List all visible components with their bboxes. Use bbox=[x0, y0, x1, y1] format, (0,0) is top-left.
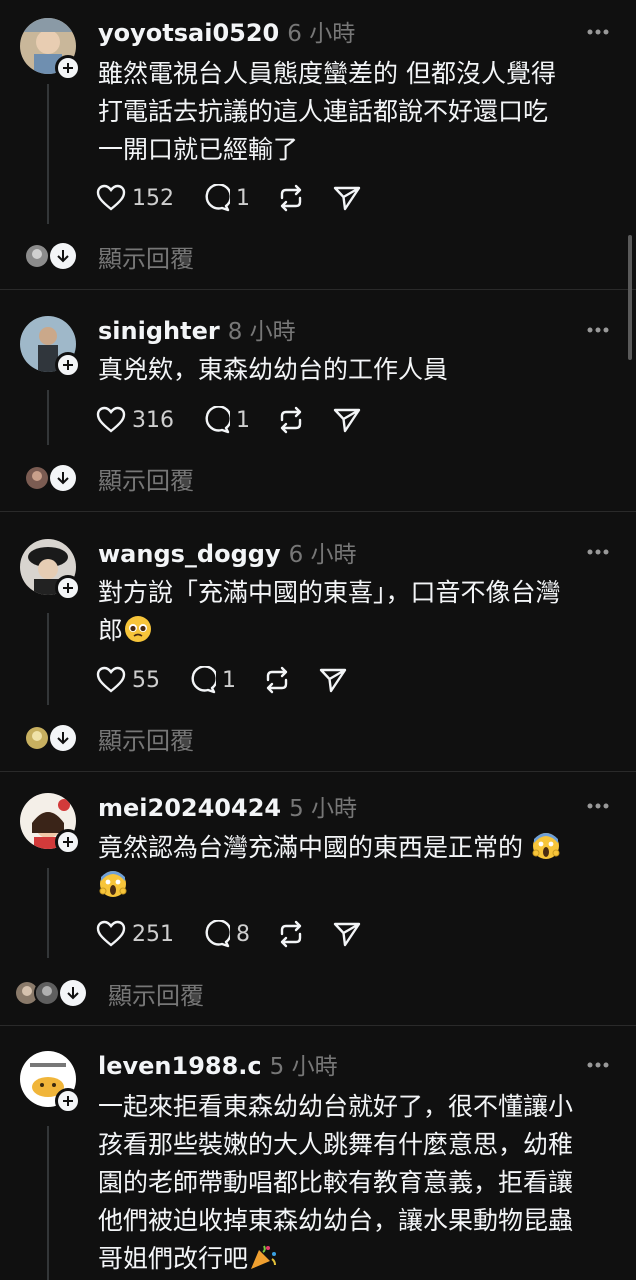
show-replies-label: 顯示回覆 bbox=[98, 726, 194, 755]
heart-icon bbox=[96, 406, 126, 433]
reply-avatar bbox=[34, 980, 60, 1006]
timestamp: 6 小時 bbox=[288, 542, 357, 568]
thread-line bbox=[47, 613, 49, 705]
comment-icon bbox=[205, 184, 230, 212]
screaming-face-emoji-icon bbox=[99, 871, 127, 897]
timestamp: 8 小時 bbox=[227, 319, 296, 345]
timestamp: 5 小時 bbox=[269, 1054, 338, 1080]
show-replies-row[interactable]: 顯示回覆 bbox=[24, 721, 194, 755]
like-count: 55 bbox=[132, 667, 160, 693]
heart-icon bbox=[96, 184, 126, 211]
share-send-icon bbox=[319, 668, 347, 693]
thread-line bbox=[47, 84, 49, 224]
repost-button[interactable] bbox=[276, 406, 306, 434]
comment-button[interactable]: 1 bbox=[200, 406, 250, 434]
repost-button[interactable] bbox=[262, 666, 292, 694]
divider bbox=[0, 771, 636, 772]
share-send-icon bbox=[333, 408, 361, 433]
share-button[interactable] bbox=[332, 406, 362, 434]
username[interactable]: mei20240424 bbox=[98, 794, 281, 822]
repost-button[interactable] bbox=[276, 184, 306, 212]
thread-line bbox=[47, 868, 49, 958]
more-options-icon[interactable] bbox=[586, 27, 610, 37]
timestamp: 6 小時 bbox=[287, 21, 356, 47]
show-replies-label: 顯示回覆 bbox=[98, 466, 194, 495]
comment-button[interactable]: 8 bbox=[200, 920, 250, 948]
username[interactable]: leven1988.c bbox=[98, 1052, 262, 1080]
like-button[interactable]: 316 bbox=[96, 406, 174, 434]
share-button[interactable] bbox=[332, 920, 362, 948]
comment-count: 8 bbox=[236, 921, 250, 947]
more-options-icon[interactable] bbox=[586, 1060, 610, 1070]
follow-plus-icon[interactable] bbox=[55, 55, 81, 81]
reply-avatar bbox=[24, 243, 50, 269]
arrow-down-icon bbox=[50, 243, 76, 269]
repost-icon bbox=[266, 666, 288, 694]
action-bar: 55 1 bbox=[96, 663, 374, 697]
like-count: 316 bbox=[132, 407, 174, 433]
thread-line bbox=[47, 390, 49, 445]
arrow-down-icon bbox=[60, 980, 86, 1006]
action-bar: 316 1 bbox=[96, 403, 388, 437]
like-count: 251 bbox=[132, 921, 174, 947]
comment-icon bbox=[191, 666, 216, 694]
show-replies-label: 顯示回覆 bbox=[108, 981, 204, 1010]
timestamp: 5 小時 bbox=[289, 796, 358, 822]
repost-icon bbox=[280, 920, 302, 948]
follow-plus-icon[interactable] bbox=[55, 352, 81, 378]
show-replies-row[interactable]: 顯示回覆 bbox=[14, 976, 204, 1010]
post-text: 竟然認為台灣充滿中國的東西是正常的 bbox=[98, 829, 618, 905]
follow-plus-icon[interactable] bbox=[55, 575, 81, 601]
divider bbox=[0, 1025, 636, 1026]
more-options-icon[interactable] bbox=[586, 547, 610, 557]
scrollbar[interactable] bbox=[628, 235, 632, 360]
screaming-face-emoji-icon bbox=[532, 833, 560, 859]
thread-line bbox=[47, 1126, 49, 1280]
follow-plus-icon[interactable] bbox=[55, 1088, 81, 1114]
comment-count: 1 bbox=[236, 407, 250, 433]
pleading-face-emoji-icon bbox=[125, 616, 152, 642]
comment-count: 1 bbox=[222, 667, 236, 693]
follow-plus-icon[interactable] bbox=[55, 829, 81, 855]
username[interactable]: yoyotsai0520 bbox=[98, 19, 279, 47]
username[interactable]: wangs_doggy bbox=[98, 540, 281, 568]
arrow-down-icon bbox=[50, 465, 76, 491]
divider bbox=[0, 289, 636, 290]
like-button[interactable]: 55 bbox=[96, 666, 160, 694]
share-button[interactable] bbox=[332, 184, 362, 212]
comment-count: 1 bbox=[236, 185, 250, 211]
reply-avatar bbox=[24, 465, 50, 491]
action-bar: 152 1 bbox=[96, 181, 388, 215]
divider bbox=[0, 511, 636, 512]
heart-icon bbox=[96, 666, 126, 693]
more-options-icon[interactable] bbox=[586, 801, 610, 811]
reply-avatar bbox=[24, 725, 50, 751]
comment-icon bbox=[205, 406, 230, 434]
repost-button[interactable] bbox=[276, 920, 306, 948]
comment-icon bbox=[205, 920, 230, 948]
post-text: 對方說「充滿中國的東喜」，口音不像台灣 郎 bbox=[98, 578, 561, 645]
share-send-icon bbox=[333, 186, 361, 211]
arrow-down-icon bbox=[50, 725, 76, 751]
show-replies-row[interactable]: 顯示回覆 bbox=[24, 239, 194, 273]
share-send-icon bbox=[333, 922, 361, 947]
action-bar: 251 8 bbox=[96, 917, 388, 951]
post-text: 一起來拒看東森幼幼台就好了，很不懂讓小 孩看那些裝嫩的大人跳舞有什麼意思，幼稚 … bbox=[98, 1092, 574, 1273]
username[interactable]: sinighter bbox=[98, 317, 220, 345]
more-options-icon[interactable] bbox=[586, 325, 610, 335]
repost-icon bbox=[280, 406, 302, 434]
like-button[interactable]: 152 bbox=[96, 184, 174, 212]
like-button[interactable]: 251 bbox=[96, 920, 174, 948]
share-button[interactable] bbox=[318, 666, 348, 694]
heart-icon bbox=[96, 920, 126, 947]
post-text: 雖然電視台人員態度蠻差的 但都沒人覺得 打電話去抗議的這人連話都說不好還口吃 一… bbox=[98, 59, 556, 164]
party-popper-emoji-icon bbox=[251, 1245, 277, 1269]
show-replies-label: 顯示回覆 bbox=[98, 244, 194, 273]
comment-button[interactable]: 1 bbox=[186, 666, 236, 694]
show-replies-row[interactable]: 顯示回覆 bbox=[24, 461, 194, 495]
post-text: 真兇欸，東森幼幼台的工作人員 bbox=[98, 355, 449, 384]
comment-button[interactable]: 1 bbox=[200, 184, 250, 212]
repost-icon bbox=[280, 184, 302, 212]
like-count: 152 bbox=[132, 185, 174, 211]
